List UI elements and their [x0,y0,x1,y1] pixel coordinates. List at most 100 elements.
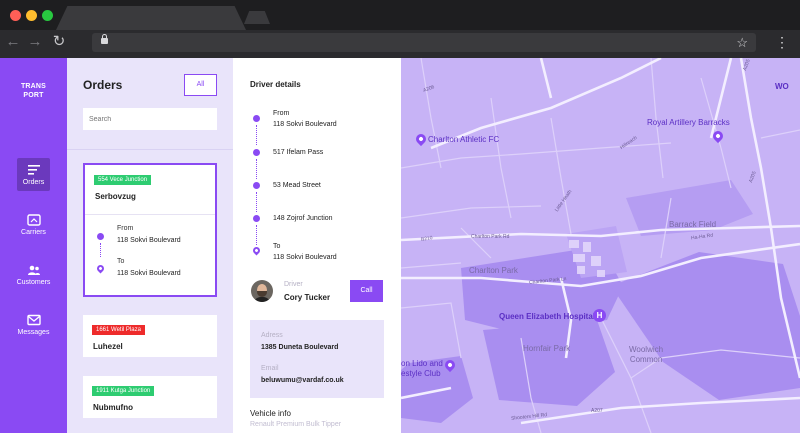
forward-arrow-icon[interactable]: → [26,33,44,51]
from-address: 118 Sokvi Boulevard [117,237,181,244]
road-label: Charlton Park Rd [471,234,510,240]
sidebar-item-customers[interactable]: Customers [0,258,67,298]
stop-address: 53 Mead Street [273,182,321,189]
contact-info-box: Adress 1385 Duneta Boulevard Email beluw… [250,320,384,398]
map-label: Charlton Park [469,266,518,275]
status-badge: 554 Vece Junction [94,175,152,185]
orders-header: Orders All [67,58,233,150]
sidebar-item-carriers[interactable]: Carriers [0,208,67,248]
tab-bar [0,0,800,30]
destination-pin-icon [251,245,262,256]
sidebar: TRANS PORT Orders Carriers Customers Mes… [0,58,67,433]
route-stop: To 118 Sokvi Boulevard [273,241,337,263]
order-card-selected[interactable]: 554 Vece Junction Serbovzug From 118 Sok… [83,163,217,297]
sidebar-item-messages[interactable]: Messages [0,308,67,348]
stop-address: 118 Sokvi Boulevard [273,254,337,261]
route-stop: 517 Ifelam Pass [273,147,323,158]
driver-details-panel: Driver details From 118 Sokvi Boulevard … [233,58,401,433]
page-title: Orders [83,78,123,92]
stop-address: 148 Zojrof Junction [273,215,333,222]
route-line [256,192,257,212]
route-line [256,225,257,245]
map-label: Barrack Field [669,220,717,229]
order-name: Luhezel [93,342,123,351]
map-label: estyle Club [401,369,441,378]
transport-app: TRANS PORT Orders Carriers Customers Mes… [0,58,800,433]
map-graphic [401,58,800,433]
vehicle-info-title: Vehicle info [250,409,291,418]
section-title: Driver details [250,80,301,89]
divider [85,214,215,215]
avatar [251,280,273,302]
browser-menu-icon[interactable]: ⋮ [775,33,789,52]
filter-all-button[interactable]: All [184,74,217,96]
route-stop-dot [253,215,260,222]
orders-icon [27,165,40,175]
new-tab-button[interactable] [244,11,270,24]
maximize-window-button[interactable] [42,10,53,21]
route-line [100,243,101,257]
address-label: Adress [261,332,283,339]
route-stop: From 118 Sokvi Boulevard [273,108,337,130]
map-label: Royal Artillery Barracks [647,118,730,127]
route-stop-dot [253,115,260,122]
logo: TRANS PORT [20,83,47,99]
browser-tab[interactable] [56,6,246,30]
back-arrow-icon[interactable]: ← [4,33,22,51]
route-line [256,125,257,145]
call-button[interactable]: Call [350,280,383,302]
order-card[interactable]: 1661 Wetil Plaza Luhezel [83,315,217,357]
order-name: Serbovzug [95,192,136,201]
map-label: Hornfair Park [523,344,571,353]
status-badge: 1661 Wetil Plaza [92,325,145,335]
driver-label: Driver [284,281,303,288]
route-stop-dot [253,182,260,189]
route-stop: 148 Zojrof Junction [273,213,333,224]
hospital-icon[interactable]: H [593,309,606,322]
address-value: 1385 Duneta Boulevard [261,344,339,351]
messages-icon [26,314,41,326]
order-card[interactable]: 1911 Kutga Junction Nubmufno [83,376,217,418]
map-label: Charlton Athletic FC [428,135,500,144]
close-window-button[interactable] [10,10,21,21]
to-label: To [117,258,125,265]
carriers-icon [26,214,41,226]
route-stop: 53 Mead Street [273,180,321,191]
sidebar-item-label: Carriers [21,229,46,236]
vehicle-info-subtitle: Renault Premium Bulk Tipper [250,421,342,428]
route-stop-dot [253,149,260,156]
driver-name: Cory Tucker [284,293,331,302]
from-label: From [117,225,134,232]
email-label: Email [261,365,279,372]
road-label: A207 [591,408,603,414]
stop-label: To [273,243,281,250]
sidebar-item-label: Customers [16,279,51,286]
address-bar[interactable]: ☆ [92,33,756,52]
route-start-dot [97,233,104,240]
divider [67,149,233,150]
destination-pin-icon [95,263,106,274]
map-label: WO [775,82,789,91]
status-badge: 1911 Kutga Junction [92,386,155,396]
map-label: Woolwich Common [629,345,664,364]
stop-address: 517 Ifelam Pass [273,149,324,156]
order-name: Nubmufno [93,403,133,412]
route-line [256,159,257,179]
stop-address: 118 Sokvi Boulevard [273,121,337,128]
orders-panel: Orders All 554 Vece Junction Serbovzug F… [67,58,233,433]
sidebar-item-label: Messages [17,329,50,336]
to-address: 118 Sokvi Boulevard [117,270,181,277]
map-label: on Lido and [401,359,443,368]
map-view[interactable]: Charlton Athletic FC Royal Artillery Bar… [401,58,800,433]
minimize-window-button[interactable] [26,10,37,21]
email-value: beluwumu@vardaf.co.uk [261,377,344,384]
customers-icon [27,265,40,275]
map-label: Queen Elizabeth Hospital [499,312,596,321]
lock-icon [101,34,108,44]
stop-label: From [273,110,290,117]
bookmark-star-icon[interactable]: ☆ [736,33,748,52]
search-input[interactable] [83,108,217,130]
reload-icon[interactable]: ↻ [50,33,68,51]
sidebar-item-orders[interactable]: Orders [0,158,67,198]
sidebar-item-label: Orders [22,179,45,186]
